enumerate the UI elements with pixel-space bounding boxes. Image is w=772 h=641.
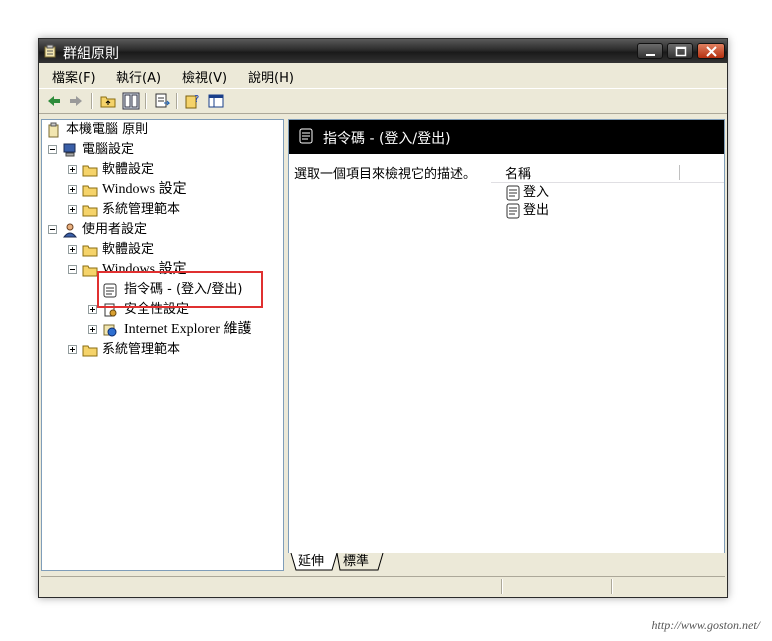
script-icon xyxy=(506,185,520,201)
toolbar: ? xyxy=(39,88,727,114)
internet-explorer-icon xyxy=(103,324,117,337)
tree-label: Windows 設定 xyxy=(102,182,187,197)
details-pane[interactable]: 指令碼 - (登入/登出) 選取一個項目來檢視它的描述。 名稱 登入 登出 xyxy=(288,119,725,571)
folder-icon xyxy=(82,245,98,257)
column-label: 名稱 xyxy=(505,167,532,182)
svg-text:?: ? xyxy=(194,94,199,105)
show-hide-tree-icon[interactable] xyxy=(122,92,140,110)
tree-label: 軟體設定 xyxy=(102,242,155,257)
tree-label: 電腦設定 xyxy=(82,142,135,157)
up-folder-icon[interactable] xyxy=(99,92,117,110)
tree-pane[interactable]: 本機電腦 原則 電腦設定 軟體設定 Windows 設定 系統管理範本 使用者設… xyxy=(41,119,284,571)
folder-icon xyxy=(82,345,98,357)
policy-icon xyxy=(48,122,59,138)
maximize-button[interactable] xyxy=(667,43,693,59)
expand-icon[interactable] xyxy=(68,185,77,194)
toolbar-separator xyxy=(176,93,178,109)
status-divider xyxy=(501,579,503,594)
tree-label: 軟體設定 xyxy=(102,162,155,177)
menu-help[interactable]: 說明(H) xyxy=(248,67,294,86)
back-arrow-icon[interactable] xyxy=(45,92,63,110)
details-header: 指令碼 - (登入/登出) xyxy=(289,120,724,154)
expand-icon[interactable] xyxy=(68,205,77,214)
open-folder-icon xyxy=(82,265,98,277)
column-divider[interactable] xyxy=(679,165,680,180)
tree-label: 本機電腦 原則 xyxy=(66,122,149,137)
expand-icon[interactable] xyxy=(88,305,97,314)
tab-standard[interactable]: 標準 xyxy=(343,553,369,570)
export-list-icon[interactable] xyxy=(153,92,171,110)
list-item-label: 登入 xyxy=(523,185,550,200)
tree-label: Internet Explorer 維護 xyxy=(124,322,252,337)
group-policy-icon xyxy=(44,44,56,58)
group-policy-window: 群組原則 檔案(F) 執行(A) 檢視(V) 說明(H) ? 本機電腦 原則 電… xyxy=(38,38,728,598)
tree-label: 系統管理範本 xyxy=(102,342,181,357)
collapse-icon[interactable] xyxy=(48,225,57,234)
minimize-icon xyxy=(646,54,655,56)
title-bar[interactable]: 群組原則 xyxy=(39,39,727,63)
close-icon xyxy=(706,46,717,57)
forward-arrow-icon[interactable] xyxy=(67,92,85,110)
script-icon xyxy=(506,203,520,219)
close-button[interactable] xyxy=(697,43,725,59)
tree-label: 系統管理範本 xyxy=(102,202,181,217)
minimize-button[interactable] xyxy=(637,43,663,59)
toolbar-separator xyxy=(91,93,93,109)
expand-icon[interactable] xyxy=(68,345,77,354)
window-title: 群組原則 xyxy=(63,46,119,62)
status-bar xyxy=(41,576,725,596)
status-divider xyxy=(611,579,613,594)
column-header-name[interactable]: 名稱 xyxy=(491,162,724,183)
list-item-label: 登出 xyxy=(523,203,550,218)
folder-icon xyxy=(82,185,98,197)
description-text: 選取一個項目來檢視它的描述。 xyxy=(294,167,477,182)
tree-label: 使用者設定 xyxy=(82,222,148,237)
tab-extended[interactable]: 延伸 xyxy=(298,553,324,570)
details-title: 指令碼 - (登入/登出) xyxy=(323,131,451,147)
folder-icon xyxy=(82,205,98,217)
view-tabs: 延伸 標準 xyxy=(288,553,725,571)
watermark: http://www.goston.net/ xyxy=(651,618,760,632)
highlight-annotation xyxy=(97,271,263,308)
toolbar-separator xyxy=(145,93,147,109)
folder-icon xyxy=(82,165,98,177)
item-list[interactable]: 名稱 登入 登出 xyxy=(491,154,724,554)
computer-icon xyxy=(63,143,76,157)
user-icon xyxy=(62,223,78,238)
collapse-icon[interactable] xyxy=(48,145,57,154)
menu-file[interactable]: 檔案(F) xyxy=(52,67,96,86)
properties-icon[interactable] xyxy=(207,92,225,110)
help-icon[interactable]: ? xyxy=(184,92,202,110)
menu-bar: 檔案(F) 執行(A) 檢視(V) 說明(H) xyxy=(39,63,727,87)
menu-view[interactable]: 檢視(V) xyxy=(182,67,227,86)
expand-icon[interactable] xyxy=(68,165,77,174)
collapse-icon[interactable] xyxy=(68,265,77,274)
expand-icon[interactable] xyxy=(88,325,97,334)
expand-icon[interactable] xyxy=(68,245,77,254)
script-icon xyxy=(299,128,313,144)
maximize-icon xyxy=(675,46,687,57)
menu-action[interactable]: 執行(A) xyxy=(116,67,161,86)
